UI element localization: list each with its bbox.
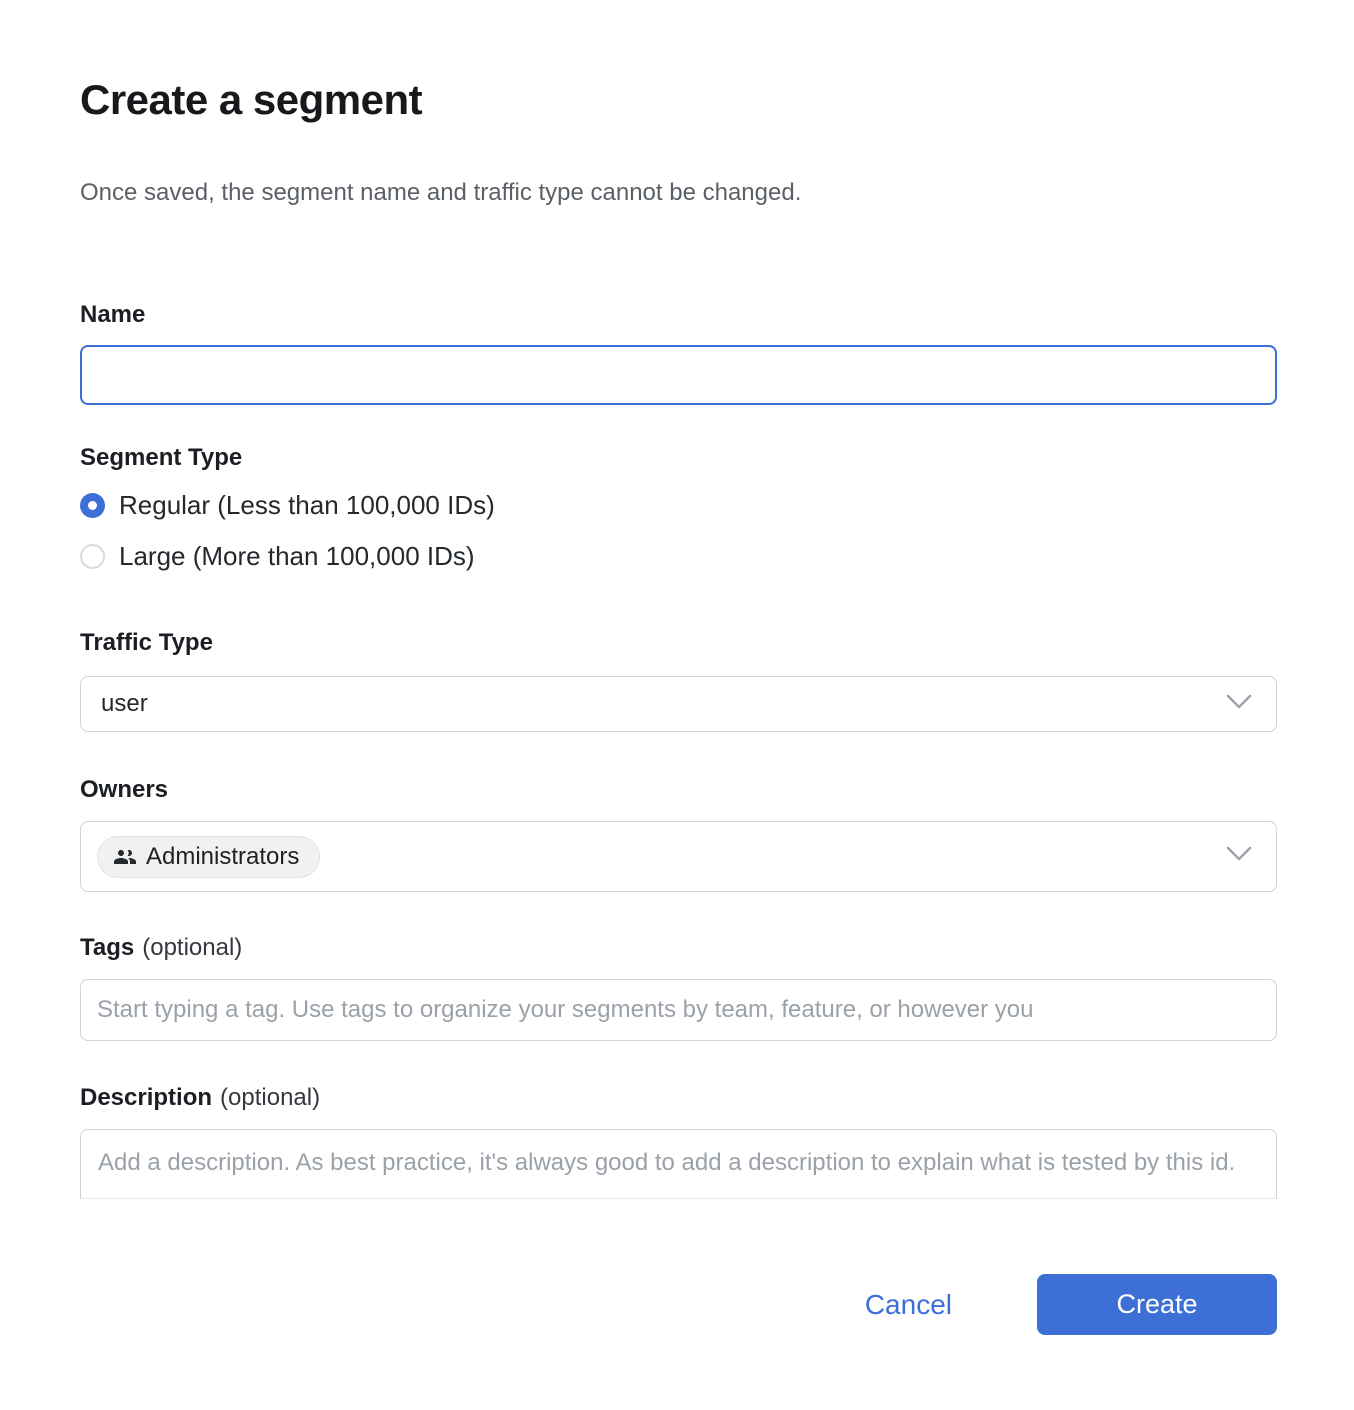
segment-type-option-regular[interactable]: Regular (Less than 100,000 IDs) [80, 492, 1277, 519]
tags-input[interactable] [80, 979, 1277, 1041]
radio-selected-icon[interactable] [80, 493, 105, 518]
traffic-type-select[interactable]: user [80, 676, 1277, 732]
chevron-down-icon [1226, 846, 1252, 867]
create-button[interactable]: Create [1037, 1274, 1277, 1335]
description-label-text: Description [80, 1084, 212, 1111]
tags-label: Tags (optional) [80, 933, 1277, 963]
modal-subtitle: Once saved, the segment name and traffic… [80, 178, 1277, 208]
tags-optional-suffix: (optional) [142, 934, 242, 961]
radio-unselected-icon[interactable] [80, 544, 105, 569]
cancel-button[interactable]: Cancel [865, 1289, 952, 1321]
segment-type-label: Segment Type [80, 443, 1277, 473]
modal-footer: Cancel Create [80, 1274, 1277, 1335]
description-label: Description (optional) [80, 1083, 1277, 1113]
traffic-type-selected-value: user [101, 690, 148, 718]
create-segment-modal: Create a segment Once saved, the segment… [0, 0, 1354, 1410]
owners-label: Owners [80, 775, 1277, 805]
segment-type-option-large[interactable]: Large (More than 100,000 IDs) [80, 543, 1277, 570]
description-field-clip [80, 1129, 1277, 1199]
people-icon [113, 845, 137, 869]
description-optional-suffix: (optional) [220, 1084, 320, 1111]
name-label: Name [80, 300, 1277, 330]
name-input[interactable] [80, 345, 1277, 405]
chevron-down-icon [1226, 694, 1252, 715]
description-textarea[interactable] [81, 1130, 1276, 1199]
traffic-type-label: Traffic Type [80, 628, 1277, 658]
page-title: Create a segment [80, 76, 1277, 124]
radio-option-label: Regular (Less than 100,000 IDs) [119, 492, 495, 519]
owners-select[interactable]: Administrators [80, 821, 1277, 892]
radio-option-label: Large (More than 100,000 IDs) [119, 543, 475, 570]
owner-chip-administrators[interactable]: Administrators [97, 836, 320, 878]
owner-chip-label: Administrators [146, 843, 299, 871]
tags-label-text: Tags [80, 934, 134, 961]
